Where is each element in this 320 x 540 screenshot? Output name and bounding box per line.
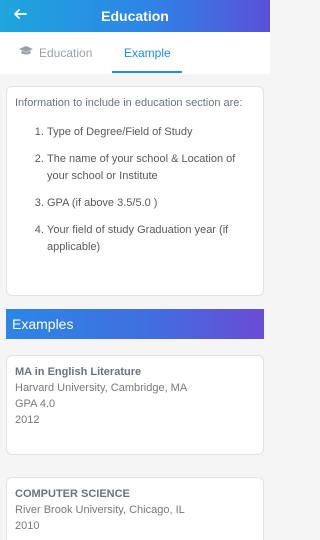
info-list-item: Your field of study Graduation year (if … [47, 222, 255, 256]
info-list-item: Type of Degree/Field of Study [47, 124, 255, 141]
app-root: Education Education Example Information … [0, 0, 270, 540]
info-card: Information to include in education sect… [6, 86, 264, 296]
info-list: Type of Degree/Field of Study The name o… [15, 124, 255, 256]
example-degree: MA in English Literature [15, 366, 142, 378]
app-header: Education [0, 0, 270, 32]
tab-education[interactable]: Education [18, 32, 92, 74]
examples-heading: Examples [6, 309, 264, 339]
example-card: MA in English Literature Harvard Univers… [6, 355, 264, 455]
tab-education-label: Education [39, 46, 93, 60]
tab-bar: Education Example [0, 32, 270, 74]
example-year: 2012 [15, 414, 40, 426]
example-year: 2010 [15, 520, 40, 532]
graduation-cap-icon [18, 32, 34, 74]
example-degree: COMPUTER SCIENCE [15, 488, 130, 500]
example-school: Harvard University, Cambridge, MA [15, 382, 188, 394]
info-list-item: The name of your school & Location of yo… [47, 151, 255, 185]
info-intro: Information to include in education sect… [15, 97, 243, 109]
tab-example-label: Example [124, 46, 171, 60]
info-list-item: GPA (if above 3.5/5.0 ) [47, 195, 255, 212]
example-school: River Brook University, Chicago, IL [15, 504, 185, 516]
active-tab-indicator [112, 71, 182, 73]
example-card: COMPUTER SCIENCE River Brook University,… [6, 477, 264, 540]
page-title: Education [101, 8, 169, 24]
example-gpa: GPA 4.0 [15, 398, 56, 410]
tab-example[interactable]: Example [124, 32, 171, 74]
